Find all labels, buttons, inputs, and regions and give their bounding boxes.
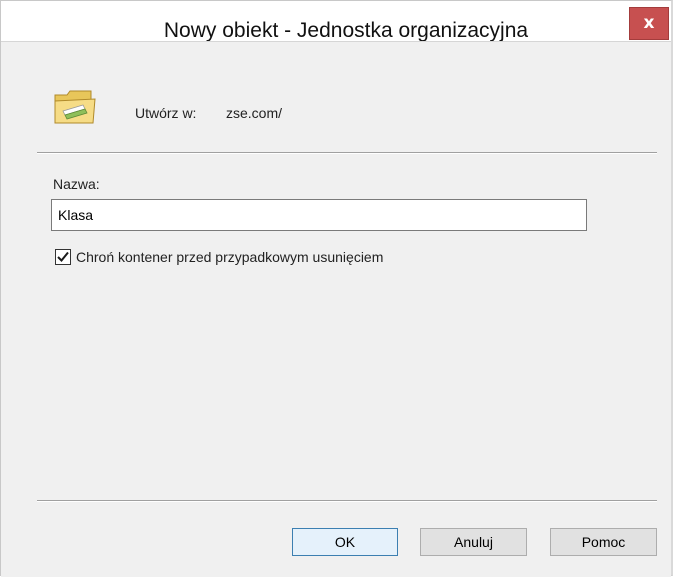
protect-checkbox-label: Chroń kontener przed przypadkowym usunię… <box>76 249 384 265</box>
create-in-label: Utwórz w: <box>135 105 197 121</box>
dialog-body <box>1 41 671 577</box>
close-icon: x <box>643 13 655 33</box>
protect-checkbox[interactable] <box>55 249 71 265</box>
dialog-window: Nowy obiekt - Jednostka organizacyjna x … <box>0 0 673 577</box>
close-button[interactable]: x <box>629 7 669 40</box>
cancel-button[interactable]: Anuluj <box>420 528 527 556</box>
create-in-path: zse.com/ <box>226 105 283 121</box>
ou-folder-icon <box>54 90 96 124</box>
name-input[interactable] <box>51 199 587 231</box>
window-title: Nowy obiekt - Jednostka organizacyjna <box>163 19 529 42</box>
name-label: Nazwa: <box>53 176 100 192</box>
ok-button[interactable]: OK <box>292 528 398 556</box>
bottom-separator <box>37 500 657 502</box>
help-button[interactable]: Pomoc <box>550 528 657 556</box>
checkmark-icon <box>57 251 69 262</box>
protect-from-deletion-option[interactable]: Chroń kontener przed przypadkowym usunię… <box>55 249 383 265</box>
top-separator <box>37 152 657 154</box>
